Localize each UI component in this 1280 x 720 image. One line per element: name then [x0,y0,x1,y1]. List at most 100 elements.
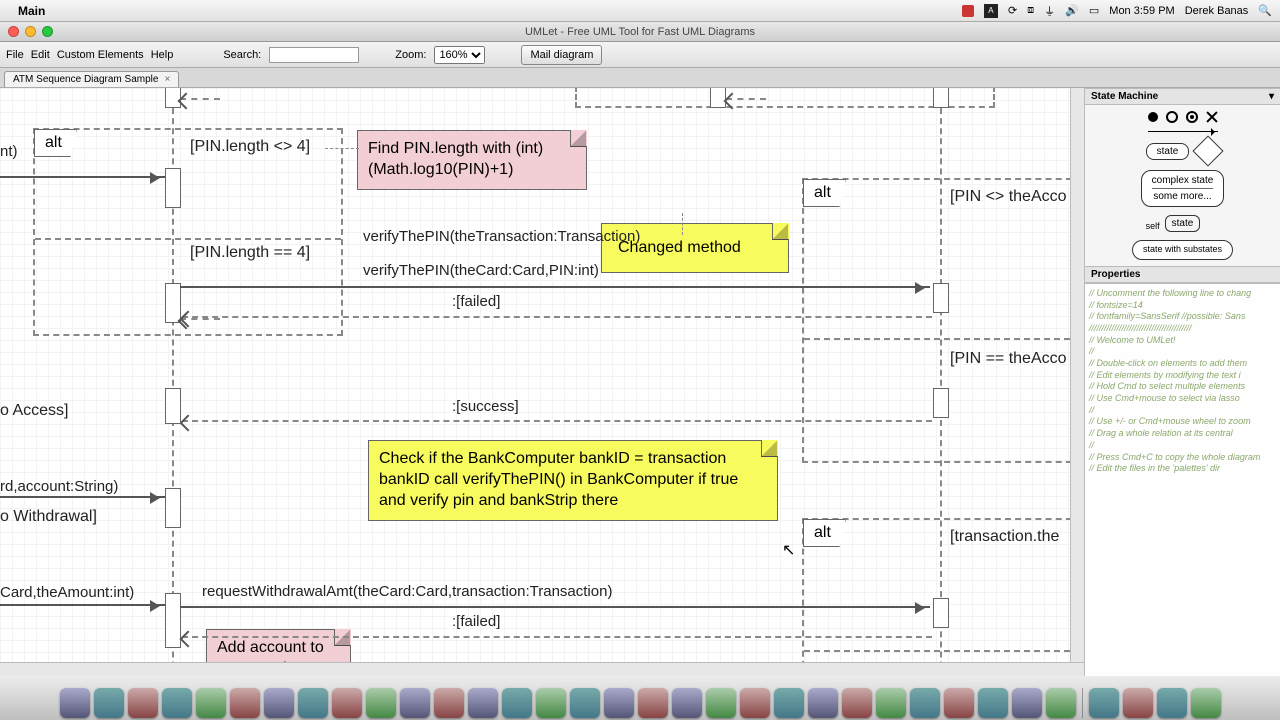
prop-line: // Double-click on elements to add them [1089,358,1276,370]
dock-app-icon[interactable] [570,688,600,718]
volume-icon[interactable]: 🔊 [1065,4,1079,17]
dock-app-icon[interactable] [774,688,804,718]
clock[interactable]: Mon 3:59 PM [1109,5,1174,17]
dock-app-icon[interactable] [1123,688,1153,718]
message-arrow[interactable] [0,496,165,498]
dock-app-icon[interactable] [400,688,430,718]
dock-terminal-icon[interactable] [1046,688,1076,718]
palette-title[interactable]: State Machine [1091,91,1269,102]
dock-appstore-icon[interactable] [332,688,362,718]
dock-app-icon[interactable] [468,688,498,718]
status-icon[interactable] [962,5,974,17]
zoom-select[interactable]: 160% [434,46,485,64]
dock-trash-icon[interactable] [1191,688,1221,718]
transition-arrow-icon[interactable] [1148,131,1218,132]
dock-vlc-icon[interactable] [910,688,940,718]
tab-atm-sequence[interactable]: ATM Sequence Diagram Sample × [4,71,179,87]
initial-state-icon[interactable] [1148,112,1158,122]
battery-icon[interactable]: ▭ [1089,4,1099,17]
final-state-icon[interactable] [1166,111,1178,123]
mail-diagram-button[interactable]: Mail diagram [521,45,602,65]
dock-app-icon[interactable] [1157,688,1187,718]
menu-edit[interactable]: Edit [31,49,50,61]
palette-complex-state[interactable]: complex state some more... [1141,170,1225,207]
guard-condition: [PIN.length == 4] [190,244,310,262]
activation-box[interactable] [165,388,181,424]
dropbox-icon[interactable]: ⧈ [1027,4,1034,17]
palette-state-substates[interactable]: state with substates [1132,240,1233,260]
message-text: :[failed] [452,293,500,310]
dock-acrobat-icon[interactable] [672,688,702,718]
spotlight-icon[interactable]: 🔍 [1258,4,1272,17]
activation-box[interactable] [165,283,181,323]
note-check-bank[interactable]: Check if the BankComputer bankID = trans… [368,440,778,520]
message-arrow[interactable] [0,176,165,178]
dock-eclipse-icon[interactable] [978,688,1008,718]
app-menu[interactable]: Main [18,4,45,18]
message-return[interactable] [182,420,932,422]
dock-app-icon[interactable] [842,688,872,718]
vertical-scrollbar[interactable] [1070,88,1084,662]
frame-fragment[interactable] [575,88,995,108]
search-input[interactable] [269,47,359,63]
dock-itunes-icon[interactable] [298,688,328,718]
dock-app-icon[interactable] [128,688,158,718]
activation-box[interactable] [165,488,181,528]
dock-app-icon[interactable] [706,688,736,718]
dock-safari-icon[interactable] [162,688,192,718]
dock-finder-icon[interactable] [60,688,90,718]
zoom-window-button[interactable] [42,26,53,37]
dock-app-icon[interactable] [1089,688,1119,718]
minimize-window-button[interactable] [25,26,36,37]
dock-app-icon[interactable] [366,688,396,718]
message-return[interactable] [726,98,766,100]
menu-help[interactable]: Help [151,49,174,61]
activation-box[interactable] [933,388,949,418]
dock-calendar-icon[interactable] [264,688,294,718]
message-arrow[interactable] [180,286,930,288]
horizontal-scrollbar[interactable] [0,662,1084,676]
menu-custom[interactable]: Custom Elements [57,49,144,61]
activation-box[interactable] [710,88,726,108]
sync-icon[interactable]: ⟳ [1008,4,1017,17]
dock-app-icon[interactable] [94,688,124,718]
dock-chrome-icon[interactable] [230,688,260,718]
palette-self-state[interactable]: self state [1165,215,1201,232]
tab-close-icon[interactable]: × [164,74,170,85]
dock-illustrator-icon[interactable] [638,688,668,718]
activation-box[interactable] [933,283,949,313]
palette-dropdown-icon[interactable]: ▾ [1269,91,1274,102]
activation-box[interactable] [165,168,181,208]
end-state-icon[interactable] [1186,111,1198,123]
terminate-icon[interactable] [1206,111,1218,123]
dock-app-icon[interactable] [536,688,566,718]
dock-separator [1082,688,1083,718]
message-return[interactable] [182,316,932,318]
tab-label: ATM Sequence Diagram Sample [13,74,158,85]
activation-box[interactable] [933,88,949,108]
note-find-pin[interactable]: Find PIN.length with (int)(Math.log10(PI… [357,130,587,190]
dock-app-icon[interactable] [876,688,906,718]
alt-fragment-1[interactable]: alt [33,128,343,336]
decision-icon[interactable] [1193,135,1224,166]
properties-panel[interactable]: // Uncomment the following line to chang… [1085,283,1280,676]
close-window-button[interactable] [8,26,19,37]
palette: state complex state some more... self st… [1085,105,1280,266]
dock-skype-icon[interactable] [944,688,974,718]
dock-app-icon[interactable] [434,688,464,718]
dock-app-icon[interactable] [808,688,838,718]
activation-box[interactable] [165,593,181,648]
user-name[interactable]: Derek Banas [1185,5,1249,17]
message-arrow[interactable] [0,604,165,606]
dock-app-icon[interactable] [740,688,770,718]
adobe-icon[interactable]: A [984,4,998,18]
wifi-icon[interactable]: ⏚ [1044,3,1055,19]
dock-app-icon[interactable] [502,688,532,718]
dock-photoshop-icon[interactable] [604,688,634,718]
dock-firefox-icon[interactable] [196,688,226,718]
message-return[interactable] [180,98,220,100]
menu-file[interactable]: File [6,49,24,61]
dock-app-icon[interactable] [1012,688,1042,718]
diagram-canvas[interactable]: alt [PIN.length <> 4] [PIN.length == 4] … [0,88,1085,676]
palette-state[interactable]: state [1146,143,1190,160]
